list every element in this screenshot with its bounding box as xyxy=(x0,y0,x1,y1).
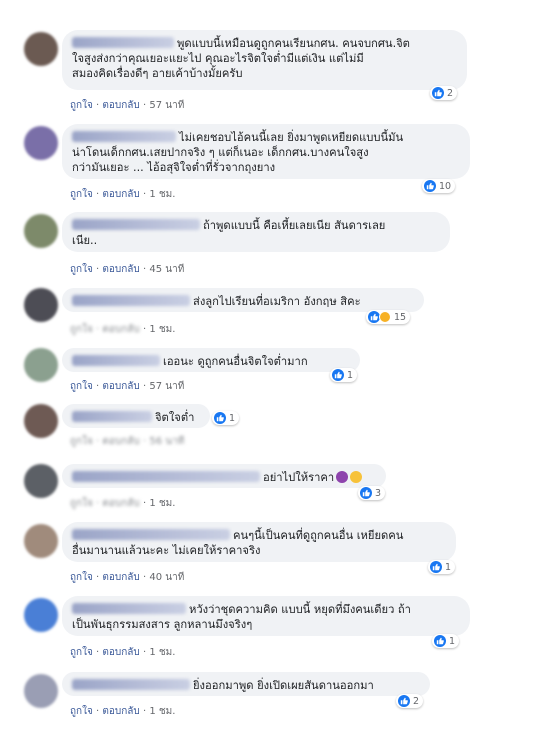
reaction-count[interactable]: 2 xyxy=(430,86,458,100)
comment-actions: ถูกใจ · ตอบกลับ · 57 นาที xyxy=(70,100,185,111)
like-reaction-icon xyxy=(424,180,436,192)
timestamp[interactable]: 1 ชม. xyxy=(149,498,175,509)
avatar[interactable] xyxy=(24,288,58,322)
comment-bubble: พูดแบบนี้เหมือนดูถูกคนเรียนกศน. คนจบกศน.… xyxy=(62,30,467,90)
reaction-count[interactable]: 1 xyxy=(428,560,456,574)
comment-bubble: คนๆนี้เป็นคนที่ดูถูกคนอื่น เหยียดคน อื่น… xyxy=(62,522,456,562)
like-reaction-icon xyxy=(432,87,444,99)
comment-text: เออนะ ดูถูกคนอื่นจิตใจต่ำมาก xyxy=(163,355,308,368)
timestamp[interactable]: 40 นาที xyxy=(149,572,184,583)
commenter-name-redacted[interactable] xyxy=(72,131,176,142)
comment-actions: ถูกใจ · ตอบกลับ · 1 ชม. xyxy=(70,189,176,200)
avatar[interactable] xyxy=(24,214,58,248)
comment-actions: ถูกใจ · ตอบกลับ · 1 ชม. xyxy=(70,647,176,658)
haha-reaction-icon xyxy=(379,311,391,323)
commenter-name-redacted[interactable] xyxy=(72,411,152,422)
comment-bubble: ถ้าพูดแบบนี้ คือเหี้ยเลยเนีย สันดารเลย เ… xyxy=(62,212,450,252)
commenter-name-redacted[interactable] xyxy=(72,471,260,482)
like-link[interactable]: ถูกใจ xyxy=(70,572,93,583)
reply-link[interactable]: ตอบกลับ xyxy=(102,436,139,447)
timestamp[interactable]: 45 นาที xyxy=(149,264,184,275)
timestamp[interactable]: 56 นาที xyxy=(149,436,184,447)
like-reaction-icon xyxy=(434,635,446,647)
reaction-count[interactable]: 1 xyxy=(432,634,460,648)
like-link[interactable]: ถูกใจ xyxy=(70,498,93,509)
reply-link[interactable]: ตอบกลับ xyxy=(102,381,139,392)
reply-link[interactable]: ตอบกลับ xyxy=(102,324,139,335)
reply-link[interactable]: ตอบกลับ xyxy=(102,572,139,583)
comment-actions: ถูกใจ · ตอบกลับ · 57 นาที xyxy=(70,381,185,392)
reply-link[interactable]: ตอบกลับ xyxy=(102,100,139,111)
avatar[interactable] xyxy=(24,524,58,558)
timestamp[interactable]: 1 ชม. xyxy=(149,706,175,717)
reaction-count[interactable]: 2 xyxy=(396,694,424,708)
comment-actions: ถูกใจ · ตอบกลับ · 1 ชม. xyxy=(70,706,176,717)
smile-emoji-icon xyxy=(350,471,363,483)
comment-bubble: ยิ่งออกมาพูด ยิ่งเปิดเผยสันดานออกมา xyxy=(62,672,430,696)
like-link[interactable]: ถูกใจ xyxy=(70,706,93,717)
comment-text: อย่าไปให้ราคา xyxy=(263,471,335,484)
comment-bubble: หวังว่าชุดความคิด แบบนี้ หยุดที่มึงคนเดี… xyxy=(62,596,470,636)
comment-actions: ถูกใจ · ตอบกลับ · 1 ชม. xyxy=(70,498,176,509)
comment-actions: ถูกใจ · ตอบกลับ · 1 ชม. xyxy=(70,324,176,335)
reaction-count[interactable]: 10 xyxy=(422,179,456,193)
timestamp[interactable]: 1 ชม. xyxy=(149,324,175,335)
like-link[interactable]: ถูกใจ xyxy=(70,264,93,275)
like-reaction-icon xyxy=(214,412,226,424)
like-reaction-icon xyxy=(360,487,372,499)
commenter-name-redacted[interactable] xyxy=(72,603,186,614)
avatar[interactable] xyxy=(24,598,58,632)
comment-actions: ถูกใจ · ตอบกลับ · 40 นาที xyxy=(70,572,185,583)
reaction-count[interactable]: 3 xyxy=(358,486,386,500)
comment-actions: ถูกใจ · ตอบกลับ · 56 นาที xyxy=(70,436,185,447)
devil-emoji-icon xyxy=(336,471,349,483)
comment-text: จิตใจต่ำ xyxy=(155,411,195,424)
reply-link[interactable]: ตอบกลับ xyxy=(102,264,139,275)
avatar[interactable] xyxy=(24,674,58,708)
like-link[interactable]: ถูกใจ xyxy=(70,647,93,658)
comment-bubble: ส่งลูกไปเรียนที่อเมริกา อังกฤษ สิคะ xyxy=(62,288,424,312)
avatar[interactable] xyxy=(24,32,58,66)
reply-link[interactable]: ตอบกลับ xyxy=(102,189,139,200)
avatar[interactable] xyxy=(24,404,58,438)
like-link[interactable]: ถูกใจ xyxy=(70,381,93,392)
reply-link[interactable]: ตอบกลับ xyxy=(102,706,139,717)
comment-actions: ถูกใจ · ตอบกลับ · 45 นาที xyxy=(70,264,185,275)
like-reaction-icon xyxy=(430,561,442,573)
avatar[interactable] xyxy=(24,348,58,382)
comment-bubble: ไม่เคยชอบไอ้คนนี้เลย ยิ่งมาพูดเหยียดแบบน… xyxy=(62,124,470,179)
reaction-count[interactable]: 1 xyxy=(330,368,358,382)
avatar[interactable] xyxy=(24,126,58,160)
timestamp[interactable]: 57 นาที xyxy=(149,381,184,392)
comment-bubble: จิตใจต่ำ xyxy=(62,404,210,428)
reaction-count[interactable]: 15 xyxy=(366,310,411,324)
comment-text: ส่งลูกไปเรียนที่อเมริกา อังกฤษ สิคะ xyxy=(193,295,361,308)
commenter-name-redacted[interactable] xyxy=(72,295,190,306)
commenter-name-redacted[interactable] xyxy=(72,355,160,366)
commenter-name-redacted[interactable] xyxy=(72,679,190,690)
timestamp[interactable]: 1 ชม. xyxy=(149,189,175,200)
like-link[interactable]: ถูกใจ xyxy=(70,436,93,447)
reply-link[interactable]: ตอบกลับ xyxy=(102,647,139,658)
commenter-name-redacted[interactable] xyxy=(72,219,200,230)
like-reaction-icon xyxy=(398,695,410,707)
timestamp[interactable]: 1 ชม. xyxy=(149,647,175,658)
commenter-name-redacted[interactable] xyxy=(72,37,174,48)
reply-link[interactable]: ตอบกลับ xyxy=(102,498,139,509)
like-reaction-icon xyxy=(332,369,344,381)
comment-bubble: อย่าไปให้ราคา xyxy=(62,464,386,488)
reaction-count[interactable]: 1 xyxy=(212,411,240,425)
commenter-name-redacted[interactable] xyxy=(72,529,230,540)
like-link[interactable]: ถูกใจ xyxy=(70,324,93,335)
comment-bubble: เออนะ ดูถูกคนอื่นจิตใจต่ำมาก xyxy=(62,348,360,372)
like-link[interactable]: ถูกใจ xyxy=(70,100,93,111)
avatar[interactable] xyxy=(24,464,58,498)
like-link[interactable]: ถูกใจ xyxy=(70,189,93,200)
timestamp[interactable]: 57 นาที xyxy=(149,100,184,111)
comment-text: ยิ่งออกมาพูด ยิ่งเปิดเผยสันดานออกมา xyxy=(193,679,374,692)
